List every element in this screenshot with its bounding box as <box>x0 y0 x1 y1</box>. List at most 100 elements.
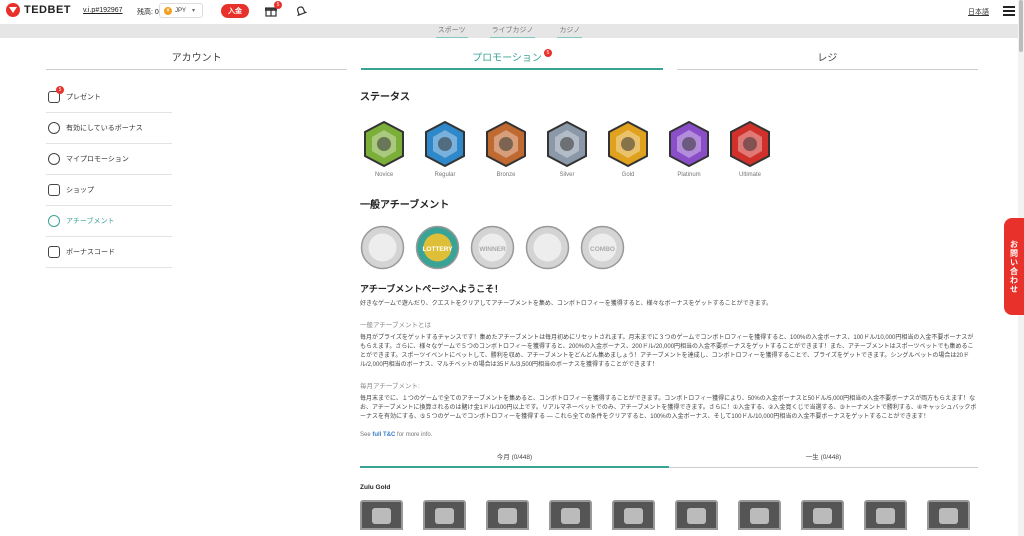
tab-this-month[interactable]: 今月 (0/448) <box>360 451 669 468</box>
sidebar-item-label: アチーブメント <box>66 218 115 225</box>
status-bronze[interactable]: Bronze <box>482 120 530 178</box>
status-badge-icon <box>421 120 469 168</box>
intro-text: 好きなゲームで遊んだり、クエストをクリアしてアチーブメントを集め、コンボトロフィ… <box>360 301 772 307</box>
status-label: Novice <box>374 172 394 178</box>
brand-name: TEDBET <box>24 4 71 16</box>
sidebar-item-label: 有効にしているボーナス <box>66 125 143 132</box>
terms-prefix: See <box>360 432 371 438</box>
game-achievement-icon[interactable] <box>801 500 844 530</box>
currency-select[interactable]: ¥ JPY ▾ <box>159 3 203 18</box>
status-label: Silver <box>559 172 575 178</box>
status-list: Novice Regular Bronze Silver Gold Platinum Ult… <box>360 120 978 178</box>
currency-value: JPY <box>175 7 187 14</box>
sidebar-item-label: ショップ <box>66 187 94 194</box>
status-platinum[interactable]: Platinum <box>665 120 713 178</box>
gift-count-badge: 5 <box>274 1 282 9</box>
presents-count-badge: 5 <box>56 86 64 94</box>
general-achievements-title: 一般アチーブメント <box>360 200 450 211</box>
deposit-button[interactable]: 入金 <box>221 4 249 18</box>
game-achievement-icon[interactable] <box>549 500 592 530</box>
tab-label: プロモーション <box>472 53 542 64</box>
sidebar-item-achievements[interactable]: アチーブメント <box>46 206 172 237</box>
general-achievements-heading: 一般アチーブメントとは <box>360 322 431 329</box>
tab-cashier[interactable]: レジ <box>676 44 978 70</box>
status-badge-icon <box>482 120 530 168</box>
subnav-casino[interactable]: カジノ <box>557 25 583 38</box>
status-silver[interactable]: Silver <box>543 120 591 178</box>
hand-icon[interactable] <box>525 225 570 270</box>
game-achievement-icon[interactable] <box>612 500 655 530</box>
game-achievement-icon[interactable] <box>738 500 781 530</box>
status-badge-icon <box>543 120 591 168</box>
page: TEDBET v.i.p#192967 残高: 0 ¥ JPY ▾ 入金 5 日… <box>0 0 1024 536</box>
user-id-link[interactable]: v.i.p#192967 <box>83 7 123 14</box>
achievement-label: LOTTERY <box>422 246 453 253</box>
bell-icon[interactable] <box>294 4 308 18</box>
lottery-icon[interactable]: LOTTERY <box>415 225 460 270</box>
tab-account[interactable]: アカウント <box>46 44 348 70</box>
status-badge-icon <box>665 120 713 168</box>
status-regular[interactable]: Regular <box>421 120 469 178</box>
status-ultimate[interactable]: Ultimate <box>726 120 774 178</box>
tab-lifetime[interactable]: 一生 (0/448) <box>669 451 978 468</box>
game-achievement-icon[interactable] <box>360 500 403 530</box>
contact-us-tab[interactable]: お問い合わせ <box>1004 218 1024 315</box>
progress-tabs: 今月 (0/448) 一生 (0/448) <box>360 451 978 468</box>
account-tabs: アカウント プロモーション 5 レジ <box>46 44 978 70</box>
chart-icon <box>48 215 60 227</box>
status-label: Gold <box>621 172 635 178</box>
game-achievement-icon[interactable] <box>423 500 466 530</box>
tab-promotion[interactable]: プロモーション 5 <box>361 44 663 70</box>
game-title: Zulu Gold <box>360 484 391 491</box>
subnav-sports[interactable]: スポーツ <box>435 25 468 38</box>
status-novice[interactable]: Novice <box>360 120 408 178</box>
arrow-icon[interactable] <box>360 225 405 270</box>
language-link[interactable]: 日本語 <box>968 7 989 17</box>
sidebar-item-label: マイプロモーション <box>66 156 129 163</box>
tab-label: アカウント <box>171 53 222 64</box>
terms-link[interactable]: full T&C <box>372 432 395 438</box>
status-title: ステータス <box>360 92 410 103</box>
sidebar-item-bonus-code[interactable]: ボーナスコード <box>46 237 172 268</box>
gift-icon[interactable]: 5 <box>264 1 282 18</box>
status-label: Platinum <box>677 172 701 178</box>
brand-logo[interactable]: TEDBET <box>6 3 71 17</box>
achievement-list: LOTTERY WINNER COMBO <box>360 225 978 270</box>
achievement-label: WINNER <box>479 246 506 253</box>
hamburger-menu-icon[interactable] <box>1003 6 1015 16</box>
game-achievement-icon[interactable] <box>675 500 718 530</box>
game-achievement-list <box>360 500 978 530</box>
game-achievement-icon[interactable] <box>486 500 529 530</box>
status-badge-icon <box>360 120 408 168</box>
status-badge-icon <box>726 120 774 168</box>
welcome-heading: アチーブメントページへようこそ！ <box>360 284 504 294</box>
promo-icon <box>48 153 60 165</box>
status-gold[interactable]: Gold <box>604 120 652 178</box>
subnav-live-casino[interactable]: ライブカジノ <box>489 25 536 38</box>
sidebar-item-label: プレゼント <box>66 94 101 101</box>
sidebar-item-active-bonuses[interactable]: 有効にしているボーナス <box>46 113 172 144</box>
monthly-achievements-text: 毎月末までに、１つのゲームで全てのアチーブメントを集めると、コンボトロフィーを獲… <box>360 396 977 420</box>
terms-line: See full T&C for more info. <box>360 432 978 438</box>
code-icon <box>48 246 60 258</box>
achievements-content: ステータス Novice Regular Bronze Silver Gold Plati… <box>360 88 978 530</box>
top-header: TEDBET v.i.p#192967 残高: 0 ¥ JPY ▾ 入金 5 日… <box>0 0 1024 24</box>
sidebar-item-presents[interactable]: 5 プレゼント <box>46 82 172 113</box>
sidebar-item-shop[interactable]: ショップ <box>46 175 172 206</box>
balance-label: 残高: 0 <box>137 9 159 16</box>
status-label: Bronze <box>496 172 516 178</box>
sidebar-item-label: ボーナスコード <box>66 249 115 256</box>
bull-logo-icon <box>6 3 20 17</box>
sidebar-item-my-promotions[interactable]: マイプロモーション <box>46 144 172 175</box>
achievement-label: COMBO <box>590 246 615 253</box>
game-achievement-icon[interactable] <box>864 500 907 530</box>
game-achievement-icon[interactable] <box>927 500 970 530</box>
status-label: Ultimate <box>738 172 761 178</box>
combo-icon[interactable]: COMBO <box>580 225 625 270</box>
sub-navigation: スポーツ ライブカジノ カジノ <box>0 24 1018 38</box>
promotion-count-badge: 5 <box>543 49 552 57</box>
monthly-achievements-heading: 毎月アチーブメント: <box>360 383 420 390</box>
winner-icon[interactable]: WINNER <box>470 225 515 270</box>
status-badge-icon <box>604 120 652 168</box>
scrollbar-thumb[interactable] <box>1019 0 1023 52</box>
